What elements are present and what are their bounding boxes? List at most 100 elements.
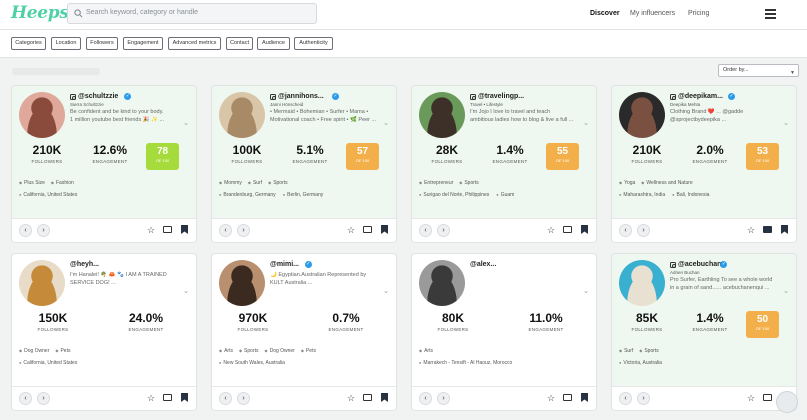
influencer-card[interactable]: @jannihons... ✓ Janni Hönscheid • Mermaid •… bbox=[211, 85, 397, 243]
avatar[interactable] bbox=[19, 92, 65, 138]
category-tag[interactable]: Arts bbox=[419, 348, 433, 354]
chat-bubble-button[interactable] bbox=[776, 391, 798, 413]
category-tag[interactable]: Plus Size bbox=[19, 180, 45, 186]
bookmark-icon[interactable] bbox=[781, 225, 788, 234]
category-tag[interactable]: Pets bbox=[301, 348, 316, 354]
next-post-button[interactable]: › bbox=[437, 392, 450, 405]
filter-advanced-metrics[interactable]: Advanced metrics bbox=[168, 37, 221, 50]
bookmark-icon[interactable] bbox=[581, 225, 588, 234]
filter-followers[interactable]: Followers bbox=[86, 37, 118, 50]
star-icon[interactable]: ☆ bbox=[146, 225, 156, 235]
filter-audience[interactable]: Audience bbox=[257, 37, 290, 50]
category-tag[interactable]: Entrepreneur bbox=[419, 180, 453, 186]
comment-icon[interactable] bbox=[363, 226, 372, 233]
more-options-icon[interactable]: ⌄ bbox=[183, 287, 189, 295]
category-tag[interactable]: Surf bbox=[248, 180, 262, 186]
category-tag[interactable]: Dog Owner bbox=[19, 348, 49, 354]
more-options-icon[interactable]: ⌄ bbox=[583, 287, 589, 295]
avatar[interactable] bbox=[219, 260, 265, 306]
category-tag[interactable]: Fashion bbox=[51, 180, 74, 186]
filter-categories[interactable]: Categories bbox=[11, 37, 46, 50]
previous-post-button[interactable]: ‹ bbox=[619, 224, 632, 237]
category-tag[interactable]: Pets bbox=[55, 348, 70, 354]
search-bar[interactable]: Search keyword, category or handle bbox=[67, 3, 317, 24]
influencer-handle[interactable]: @heyh... bbox=[70, 261, 99, 268]
influencer-handle[interactable]: @travelingp... bbox=[478, 93, 524, 100]
category-tag[interactable]: Sports bbox=[239, 348, 258, 354]
star-icon[interactable]: ☆ bbox=[346, 225, 356, 235]
filter-engagement[interactable]: Engagement bbox=[123, 37, 163, 50]
category-tag[interactable]: Arts bbox=[219, 348, 233, 354]
influencer-card[interactable]: @deepikam... ✓ Deepika Mehta Clothing Brand… bbox=[611, 85, 797, 243]
next-post-button[interactable]: › bbox=[437, 224, 450, 237]
previous-post-button[interactable]: ‹ bbox=[419, 224, 432, 237]
comment-icon[interactable] bbox=[563, 394, 572, 401]
influencer-card[interactable]: @travelingp... Travel • Lifestyle I'm Jojo… bbox=[411, 85, 597, 243]
comment-icon[interactable] bbox=[163, 226, 172, 233]
star-icon[interactable]: ☆ bbox=[546, 225, 556, 235]
influencer-card[interactable]: @alex... ⌄ 80K FOLLOWERS 11.0% ENGAGEMENT Arts… bbox=[411, 253, 597, 411]
previous-post-button[interactable]: ‹ bbox=[419, 392, 432, 405]
influencer-card[interactable]: @heyh... I'm Hanalei! 🌴 🦀 🐾 I AM A TRAINE… bbox=[11, 253, 197, 411]
avatar[interactable] bbox=[419, 260, 465, 306]
category-tag[interactable]: Sports bbox=[639, 348, 658, 354]
influencer-handle[interactable]: @jannihons... bbox=[278, 93, 324, 100]
avatar[interactable] bbox=[419, 92, 465, 138]
category-tag[interactable]: Wellness and Nature bbox=[641, 180, 692, 186]
nav-my-influencers[interactable]: My influencers bbox=[630, 10, 675, 17]
comment-icon[interactable] bbox=[763, 226, 772, 233]
more-options-icon[interactable]: ⌄ bbox=[383, 287, 389, 295]
menu-icon[interactable] bbox=[765, 9, 776, 19]
more-options-icon[interactable]: ⌄ bbox=[583, 119, 589, 127]
search-placeholder[interactable]: Search keyword, category or handle bbox=[86, 9, 198, 16]
previous-post-button[interactable]: ‹ bbox=[19, 392, 32, 405]
comment-icon[interactable] bbox=[163, 394, 172, 401]
category-tag[interactable]: Surf bbox=[619, 348, 633, 354]
comment-icon[interactable] bbox=[363, 394, 372, 401]
next-post-button[interactable]: › bbox=[237, 392, 250, 405]
category-tag[interactable]: Mommy bbox=[219, 180, 242, 186]
nav-discover[interactable]: Discover bbox=[590, 10, 620, 17]
comment-icon[interactable] bbox=[563, 226, 572, 233]
next-post-button[interactable]: › bbox=[637, 392, 650, 405]
bookmark-icon[interactable] bbox=[581, 393, 588, 402]
more-options-icon[interactable]: ⌄ bbox=[183, 119, 189, 127]
bookmark-icon[interactable] bbox=[381, 225, 388, 234]
category-tag[interactable]: Yoga bbox=[619, 180, 635, 186]
avatar[interactable] bbox=[619, 92, 665, 138]
next-post-button[interactable]: › bbox=[237, 224, 250, 237]
star-icon[interactable]: ☆ bbox=[746, 393, 756, 403]
filter-location[interactable]: Location bbox=[51, 37, 81, 50]
more-options-icon[interactable]: ⌄ bbox=[783, 287, 789, 295]
avatar[interactable] bbox=[219, 92, 265, 138]
previous-post-button[interactable]: ‹ bbox=[219, 224, 232, 237]
category-tag[interactable]: Dog Owner bbox=[265, 348, 295, 354]
influencer-card[interactable]: @schultzzie ✓ Sierra Schultzzie Be confiden… bbox=[11, 85, 197, 243]
previous-post-button[interactable]: ‹ bbox=[19, 224, 32, 237]
bookmark-icon[interactable] bbox=[181, 225, 188, 234]
star-icon[interactable]: ☆ bbox=[346, 393, 356, 403]
next-post-button[interactable]: › bbox=[37, 392, 50, 405]
influencer-card[interactable]: @acebuchan ✓ Adrien Buchan Pro Surfer, Eart… bbox=[611, 253, 797, 411]
order-by-select[interactable]: Order by... ▼ bbox=[718, 64, 799, 77]
influencer-handle[interactable]: @mimi... bbox=[270, 261, 299, 268]
influencer-handle[interactable]: @schultzzie bbox=[78, 93, 118, 100]
avatar[interactable] bbox=[19, 260, 65, 306]
previous-post-button[interactable]: ‹ bbox=[219, 392, 232, 405]
comment-icon[interactable] bbox=[763, 394, 772, 401]
star-icon[interactable]: ☆ bbox=[146, 393, 156, 403]
influencer-handle[interactable]: @deepikam... bbox=[678, 93, 723, 100]
previous-post-button[interactable]: ‹ bbox=[619, 392, 632, 405]
more-options-icon[interactable]: ⌄ bbox=[783, 119, 789, 127]
filter-contact[interactable]: Contact bbox=[226, 37, 253, 50]
influencer-handle[interactable]: @acebuchan bbox=[678, 261, 721, 268]
star-icon[interactable]: ☆ bbox=[746, 225, 756, 235]
influencer-handle[interactable]: @alex... bbox=[470, 261, 496, 268]
category-tag[interactable]: Sports bbox=[459, 180, 478, 186]
bookmark-icon[interactable] bbox=[181, 393, 188, 402]
more-options-icon[interactable]: ⌄ bbox=[383, 119, 389, 127]
filter-authenticity[interactable]: Authenticity bbox=[294, 37, 333, 50]
influencer-card[interactable]: @mimi... ✓ 🌙 Egyptian.Australian Represent… bbox=[211, 253, 397, 411]
avatar[interactable] bbox=[619, 260, 665, 306]
star-icon[interactable]: ☆ bbox=[546, 393, 556, 403]
